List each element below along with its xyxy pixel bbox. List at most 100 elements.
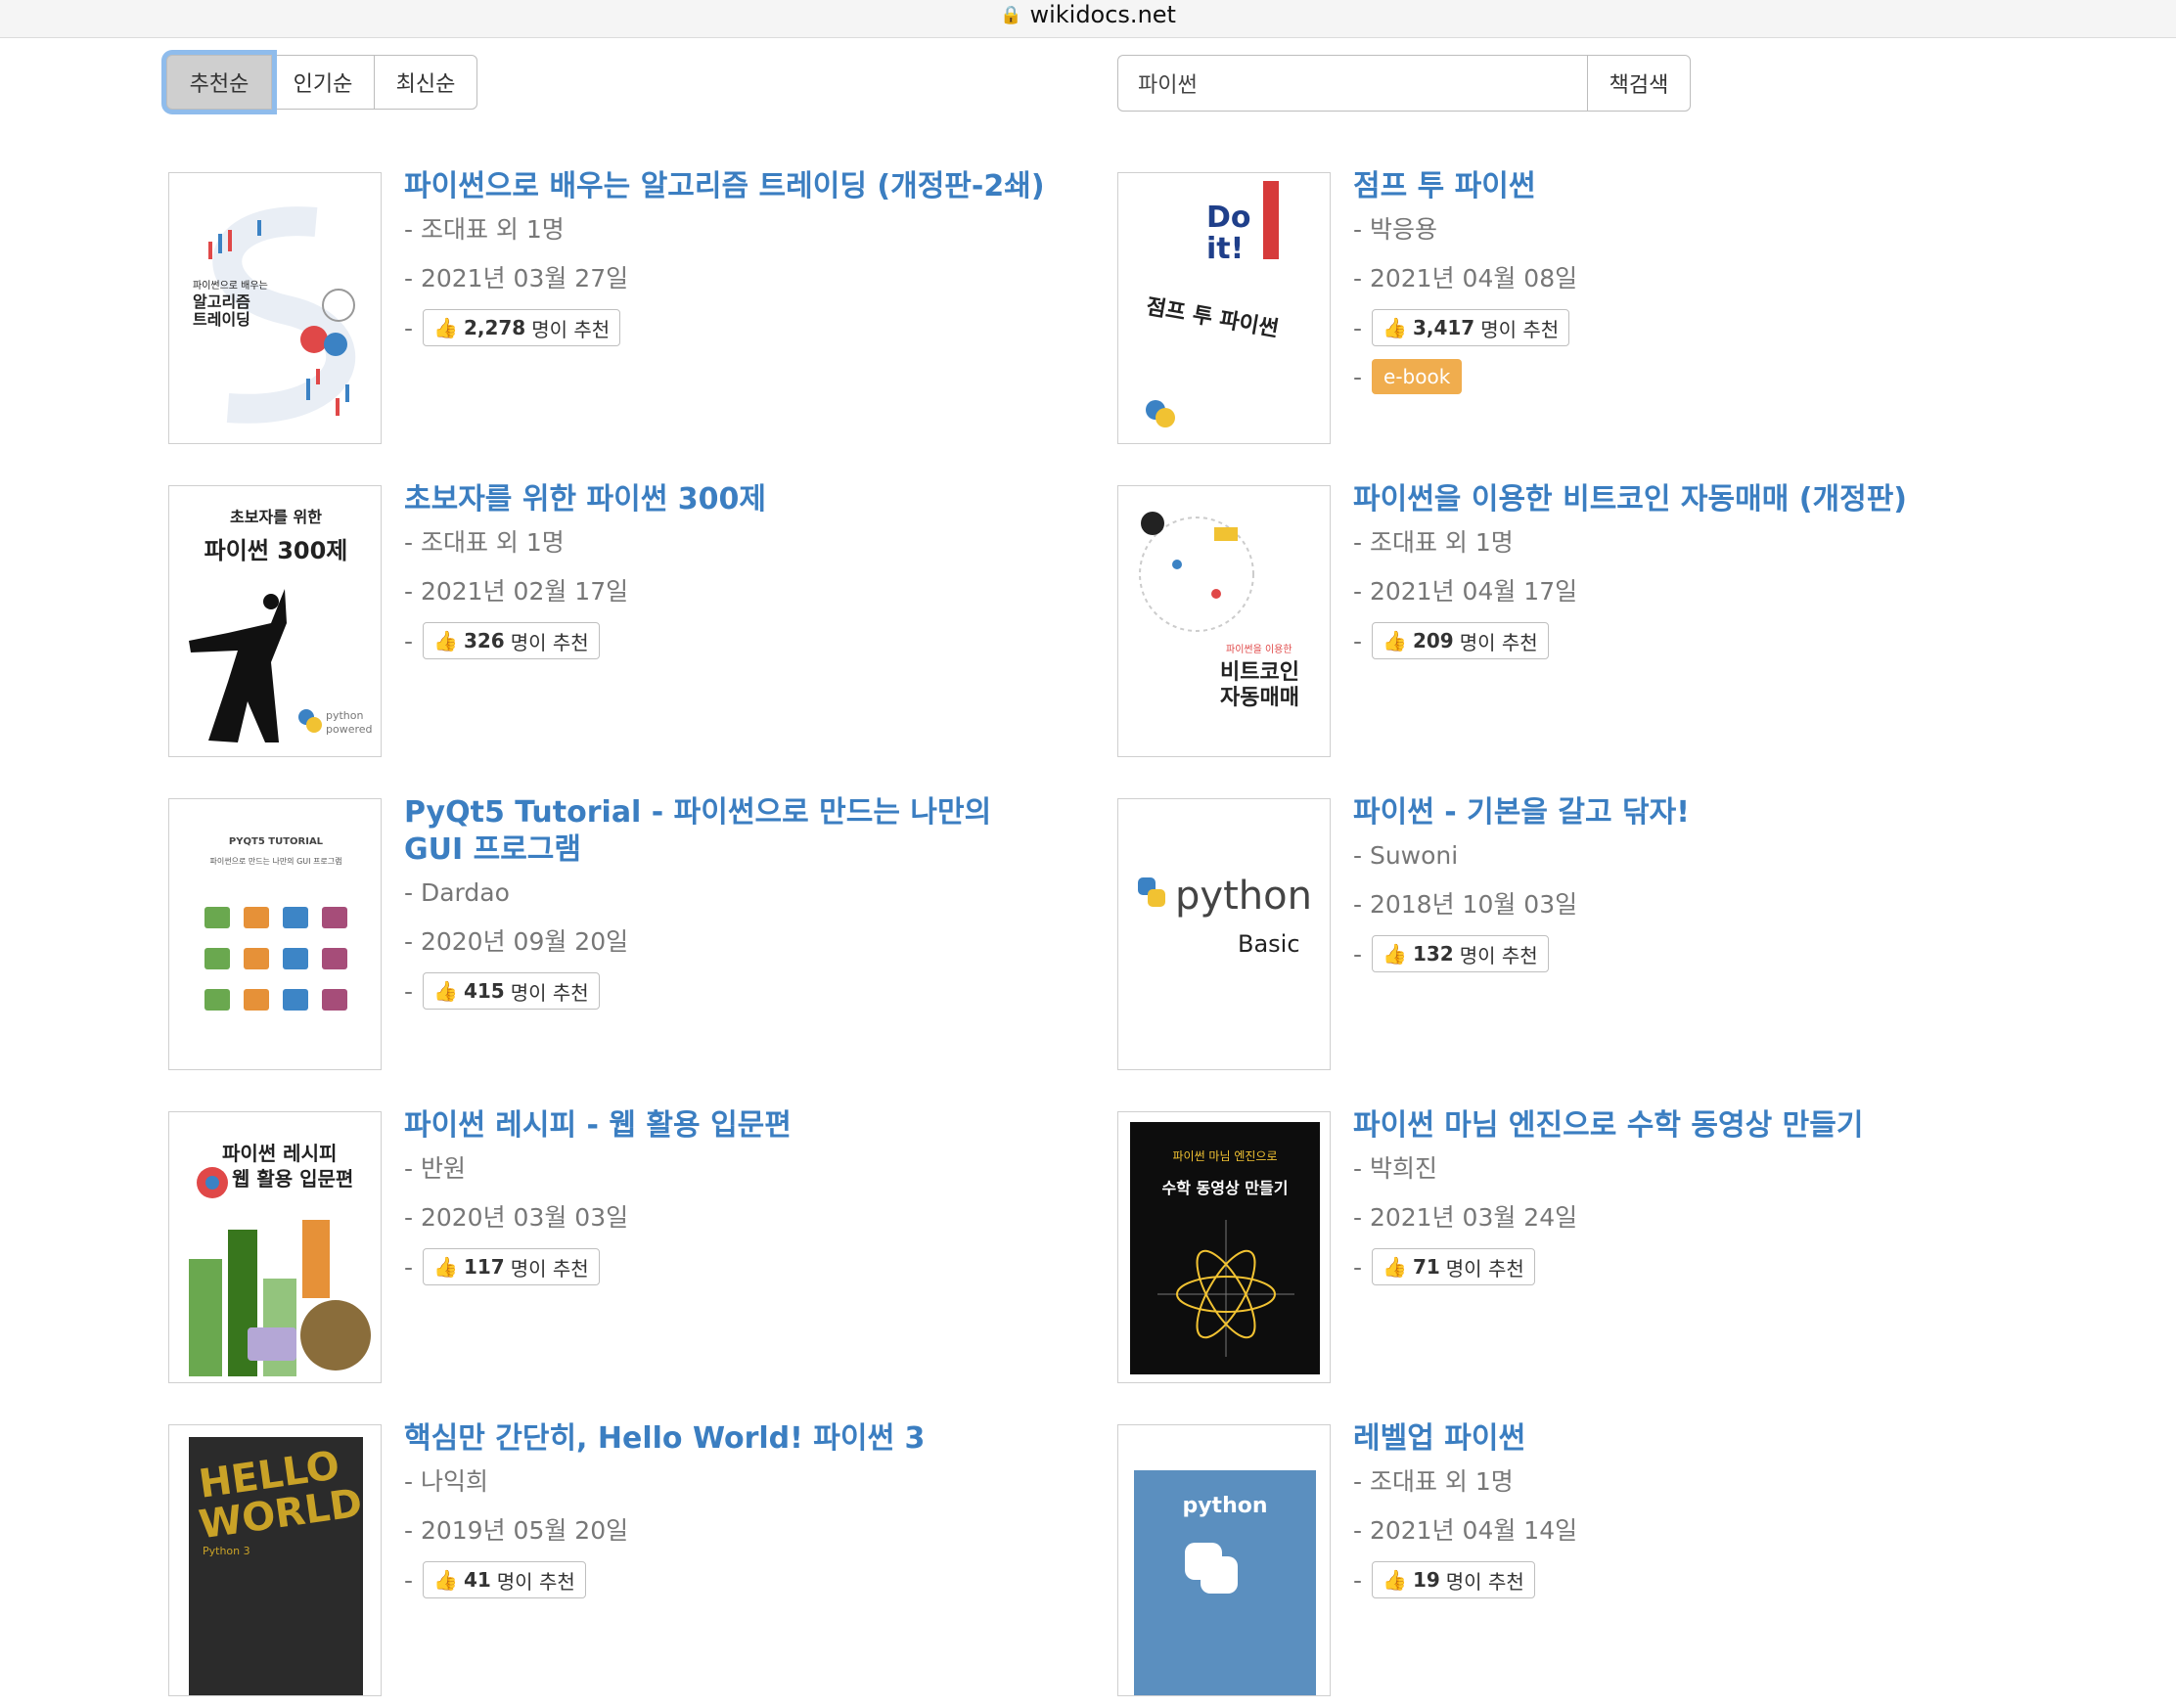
cover-text: python xyxy=(1175,874,1312,919)
like-suffix: 명이 추천 xyxy=(1459,943,1538,967)
book-title-link[interactable]: 점프 투 파이썬 xyxy=(1353,168,1999,205)
book-search-form: 파이썬 책검색 xyxy=(1117,55,1691,112)
book-date: - 2021년 04월 17일 xyxy=(1353,577,1578,606)
search-input[interactable]: 파이썬 xyxy=(1117,55,1587,112)
book-cover[interactable]: 초보자를 위한 파이썬 300제 python powered xyxy=(168,485,382,757)
book-title-link[interactable]: 파이썬 - 기본을 갈고 닦자! xyxy=(1353,794,1999,832)
cover-text: 자동매매 xyxy=(1220,686,1299,710)
cover-text: 파이썬으로 만드는 나만의 GUI 프로그램 xyxy=(209,857,342,866)
book-author: - 조대표 외 1명 xyxy=(404,528,565,557)
book-title-link[interactable]: 파이썬 레시피 - 웹 활용 입문편 xyxy=(404,1107,1050,1145)
like-badge[interactable]: 👍 415 명이 추천 xyxy=(423,972,600,1010)
thumbs-up-icon: 👍 xyxy=(433,316,458,339)
like-suffix: 명이 추천 xyxy=(1480,317,1560,341)
book-author: - Suwoni xyxy=(1353,841,1459,870)
book-date: - 2019년 05월 20일 xyxy=(404,1516,629,1545)
cover-text: 웹 활용 입문편 xyxy=(232,1167,354,1191)
sort-popular-button[interactable]: 인기순 xyxy=(271,55,375,110)
like-suffix: 명이 추천 xyxy=(531,317,611,341)
book-title-link[interactable]: 파이썬을 이용한 비트코인 자동매매 (개정판) xyxy=(1353,481,1999,518)
like-count: 71 xyxy=(1412,1255,1440,1279)
book-cover[interactable]: 파이썬 레시피 웹 활용 입문편 xyxy=(168,1111,382,1383)
like-badge[interactable]: 👍 117 명이 추천 xyxy=(423,1248,600,1285)
book-author: - 조대표 외 1명 xyxy=(1353,1467,1514,1496)
book-info: 점프 투 파이썬 - 박응용 - 2021년 04월 08일 - 👍 3,417 명… xyxy=(1353,169,1999,401)
book-title-link[interactable]: 레벨업 파이썬 xyxy=(1353,1420,1999,1458)
like-badge[interactable]: 👍 41 명이 추천 xyxy=(423,1561,586,1598)
book-info: 레벨업 파이썬 - 조대표 외 1명 - 2021년 04월 14일 - 👍 19… xyxy=(1353,1421,1999,1604)
thumbs-up-icon: 👍 xyxy=(433,979,458,1003)
like-badge[interactable]: 👍 132 명이 추천 xyxy=(1372,935,1549,972)
book-likes-row: - 👍 3,417 명이 추천 xyxy=(1353,303,1999,352)
book-date: - 2021년 02월 17일 xyxy=(404,577,629,606)
search-button[interactable]: 책검색 xyxy=(1587,55,1691,112)
book-cover[interactable]: 파이썬을 이용한 비트코인 자동매매 xyxy=(1117,485,1331,757)
book-author: - 나익희 xyxy=(404,1467,488,1496)
book-likes-row: - 👍 415 명이 추천 xyxy=(404,966,1050,1015)
book-date: - 2020년 09월 20일 xyxy=(404,927,629,956)
book-cover[interactable]: Do it! 점프 투 파이썬 xyxy=(1117,172,1331,444)
like-suffix: 명이 추천 xyxy=(510,630,589,654)
cover-text: 파이썬 마님 엔진으로 xyxy=(1172,1149,1278,1163)
like-badge[interactable]: 👍 19 명이 추천 xyxy=(1372,1561,1535,1598)
book-cover[interactable]: python xyxy=(1117,1424,1331,1696)
like-badge[interactable]: 👍 3,417 명이 추천 xyxy=(1372,309,1570,346)
browser-address-bar[interactable]: 🔒 wikidocs.net xyxy=(0,0,2176,38)
book-cover[interactable]: 파이썬으로 배우는 알고리즘 트레이딩 xyxy=(168,172,382,444)
book-date: - 2021년 04월 14일 xyxy=(1353,1516,1578,1545)
book-author: - 반원 xyxy=(404,1154,466,1183)
like-count: 2,278 xyxy=(463,316,526,339)
thumbs-up-icon: 👍 xyxy=(1383,1255,1407,1279)
like-badge[interactable]: 👍 2,278 명이 추천 xyxy=(423,309,621,346)
cover-text: 트레이딩 xyxy=(193,310,250,329)
book-title-link[interactable]: 파이썬 마님 엔진으로 수학 동영상 만들기 xyxy=(1353,1107,1999,1145)
book-likes-row: - 👍 117 명이 추천 xyxy=(404,1242,1050,1291)
book-likes-row: - 👍 2,278 명이 추천 xyxy=(404,303,1050,352)
book-title-link[interactable]: PyQt5 Tutorial - 파이썬으로 만드는 나만의 GUI 프로그램 xyxy=(404,794,1050,869)
like-badge[interactable]: 👍 71 명이 추천 xyxy=(1372,1248,1535,1285)
book-author: - 조대표 외 1명 xyxy=(404,215,565,244)
thumbs-up-icon: 👍 xyxy=(433,629,458,652)
book-author: - 박응용 xyxy=(1353,215,1437,244)
sort-latest-button[interactable]: 최신순 xyxy=(374,55,477,110)
book-likes-row: - 👍 209 명이 추천 xyxy=(1353,616,1999,665)
thumbs-up-icon: 👍 xyxy=(1383,629,1407,652)
book-author: - 박희진 xyxy=(1353,1154,1437,1183)
book-item: 파이썬 레시피 웹 활용 입문편 파이썬 레시피 - 웹 활용 입문편 - 반원… xyxy=(168,1108,1050,1395)
cover-text: Python 3 xyxy=(203,1545,250,1557)
book-info: 파이썬 레시피 - 웹 활용 입문편 - 반원 - 2020년 03월 03일 … xyxy=(404,1108,1050,1291)
book-date: - 2018년 10월 03일 xyxy=(1353,890,1578,919)
book-cover[interactable]: PYQT5 TUTORIAL 파이썬으로 만드는 나만의 GUI 프로그램 xyxy=(168,798,382,1070)
book-info: 파이썬으로 배우는 알고리즘 트레이딩 (개정판-2쇄) - 조대표 외 1명 … xyxy=(404,169,1050,352)
book-info: PyQt5 Tutorial - 파이썬으로 만드는 나만의 GUI 프로그램 … xyxy=(404,795,1050,1015)
book-cover[interactable]: 파이썬 마님 엔진으로 수학 동영상 만들기 xyxy=(1117,1111,1331,1383)
book-info: 파이썬 마님 엔진으로 수학 동영상 만들기 - 박희진 - 2021년 03월… xyxy=(1353,1108,1999,1291)
like-count: 415 xyxy=(463,979,505,1003)
like-suffix: 명이 추천 xyxy=(510,980,589,1005)
like-badge[interactable]: 👍 326 명이 추천 xyxy=(423,622,600,659)
sort-recommended-button[interactable]: 추천순 xyxy=(166,55,272,110)
book-title-link[interactable]: 핵심만 간단히, Hello World! 파이썬 3 xyxy=(404,1420,1050,1458)
book-item: python Basic 파이썬 - 기본을 갈고 닦자! - Suwoni -… xyxy=(1117,795,1998,1082)
cover-text: python xyxy=(326,709,364,722)
book-cover[interactable]: HELLO WORLD Python 3 xyxy=(168,1424,382,1696)
book-title-link[interactable]: 파이썬으로 배우는 알고리즘 트레이딩 (개정판-2쇄) xyxy=(404,168,1050,205)
url-display[interactable]: 🔒 wikidocs.net xyxy=(0,0,2176,29)
book-item: 파이썬 마님 엔진으로 수학 동영상 만들기 파이썬 마님 엔진으로 수학 동영… xyxy=(1117,1108,1999,1395)
like-suffix: 명이 추천 xyxy=(510,1256,589,1281)
like-count: 19 xyxy=(1412,1568,1440,1592)
cover-text: python xyxy=(1182,1494,1268,1518)
cover-text: Do it! xyxy=(1206,201,1251,266)
book-title-link[interactable]: 초보자를 위한 파이썬 300제 xyxy=(404,481,1050,518)
like-suffix: 명이 추천 xyxy=(1445,1569,1524,1594)
book-date: - 2020년 03월 03일 xyxy=(404,1203,629,1232)
thumbs-up-icon: 👍 xyxy=(1383,1568,1407,1592)
ebook-badge[interactable]: e-book xyxy=(1372,359,1463,394)
book-cover[interactable]: python Basic xyxy=(1117,798,1331,1070)
book-item: 초보자를 위한 파이썬 300제 python powered 초보자를 위한 … xyxy=(168,482,1050,769)
like-suffix: 명이 추천 xyxy=(496,1569,575,1594)
book-info: 초보자를 위한 파이썬 300제 - 조대표 외 1명 - 2021년 02월 … xyxy=(404,482,1050,665)
book-info: 핵심만 간단히, Hello World! 파이썬 3 - 나익희 - 2019… xyxy=(404,1421,1050,1604)
like-badge[interactable]: 👍 209 명이 추천 xyxy=(1372,622,1549,659)
book-likes-row: - 👍 71 명이 추천 xyxy=(1353,1242,1999,1291)
